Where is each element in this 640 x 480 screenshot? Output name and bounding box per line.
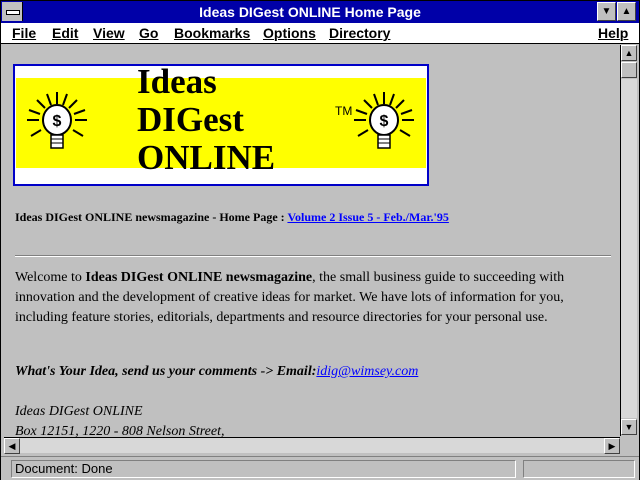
minimize-button[interactable]: ▼ [597, 2, 616, 21]
scroll-right-button[interactable]: ▶ [604, 438, 620, 454]
status-bar: Document: Done [1, 456, 639, 480]
maximize-icon: ▲ [621, 6, 632, 17]
issue-link[interactable]: Volume 2 Issue 5 - Feb./Mar.'95 [287, 210, 448, 224]
menu-help[interactable]: Help [598, 24, 628, 42]
menu-view[interactable]: View [93, 24, 125, 42]
menu-bookmarks[interactable]: Bookmarks [174, 24, 250, 42]
comments-line: What's Your Idea, send us your comments … [15, 364, 418, 380]
logo-line-3: ONLINE [137, 138, 276, 177]
scroll-down-button[interactable]: ▼ [621, 419, 637, 435]
scroll-track[interactable] [621, 79, 637, 418]
comments-prompt: What's Your Idea, send us your comments … [15, 364, 317, 379]
window-title: Ideas DIGest ONLINE Home Page [199, 4, 421, 20]
arrow-left-icon: ◀ [8, 441, 16, 451]
logo-title: Ideas DIGest ONLINE [137, 63, 275, 177]
minimize-icon: ▼ [601, 6, 612, 17]
arrow-right-icon: ▶ [608, 441, 616, 451]
svg-text:$: $ [380, 113, 389, 130]
address-block: Ideas DIGest ONLINE Box 12151, 1220 - 80… [15, 402, 224, 437]
menu-edit[interactable]: Edit [52, 24, 78, 42]
arrow-up-icon: ▲ [624, 48, 634, 58]
vertical-scrollbar[interactable]: ▲ ▼ [620, 45, 638, 436]
masthead-logo: $ Ideas DIGest ONLINE TM $ [13, 63, 429, 186]
title-bar[interactable]: Ideas DIGest ONLINE Home Page ▼ ▲ [1, 1, 639, 23]
headline-prefix: Ideas DIGest ONLINE newsmagazine - Home … [15, 210, 288, 224]
menu-bar: File Edit View Go Bookmarks Options Dire… [1, 23, 639, 44]
progress-indicator [523, 460, 635, 478]
email-link[interactable]: idig@wimsey.com [316, 364, 418, 379]
menu-file[interactable]: File [12, 24, 36, 42]
welcome-paragraph: Welcome to Ideas DIGest ONLINE newsmagaz… [15, 268, 615, 328]
browser-window: Ideas DIGest ONLINE Home Page ▼ ▲ File E… [0, 0, 640, 480]
horizontal-scrollbar[interactable]: ◀ ▶ [4, 437, 620, 454]
menu-options[interactable]: Options [263, 24, 316, 42]
maximize-button[interactable]: ▲ [617, 2, 636, 21]
system-menu-icon[interactable] [2, 2, 23, 21]
address-line-1: Ideas DIGest ONLINE [15, 404, 143, 419]
welcome-intro: Welcome to [15, 270, 86, 285]
welcome-bold: Ideas DIGest ONLINE newsmagazine [85, 270, 313, 285]
svg-text:$: $ [53, 113, 62, 130]
scroll-thumb[interactable] [621, 62, 637, 78]
scroll-up-button[interactable]: ▲ [621, 45, 637, 61]
lightbulb-dollar-icon: $ [354, 92, 414, 149]
address-line-2: Box 12151, 1220 - 808 Nelson Street, [15, 424, 225, 437]
divider [15, 255, 611, 257]
arrow-down-icon: ▼ [624, 422, 634, 432]
menu-go[interactable]: Go [139, 24, 158, 42]
document-view[interactable]: $ Ideas DIGest ONLINE TM $ Ideas DIGest … [4, 48, 618, 437]
scroll-left-button[interactable]: ◀ [4, 438, 20, 454]
page-headline: Ideas DIGest ONLINE newsmagazine - Home … [15, 210, 449, 225]
menu-directory[interactable]: Directory [329, 24, 390, 42]
logo-line-1: Ideas [137, 62, 217, 101]
trademark: TM [335, 104, 353, 118]
logo-line-2: DIGest [137, 100, 244, 139]
hscroll-track[interactable] [20, 438, 604, 453]
lightbulb-dollar-icon: $ [27, 92, 87, 149]
status-text: Document: Done [11, 460, 516, 478]
